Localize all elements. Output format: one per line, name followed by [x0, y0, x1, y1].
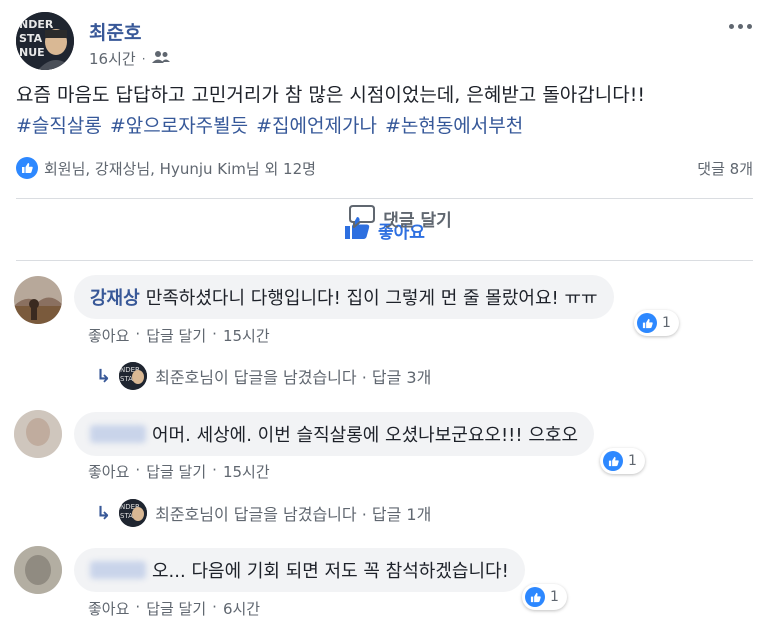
- comment-text: 만족하셨다니 다행입니다! 집이 그렇게 먼 줄 몰랐어요! ㅠㅠ: [145, 288, 598, 309]
- likes-summary[interactable]: 회원님, 강재상님, Hyunju Kim님 외 12명: [44, 158, 316, 179]
- comment-button[interactable]: 댓글 달기: [16, 204, 769, 233]
- reply-summary: 최준호님이 답글을 남겼습니다 · 답글 1개: [155, 505, 432, 524]
- svg-text:STA: STA: [120, 512, 133, 520]
- post-time[interactable]: 16시간: [89, 48, 136, 69]
- comment-time[interactable]: 15시간: [223, 461, 270, 482]
- sep: ·: [212, 598, 217, 616]
- reaction-count: 1: [628, 453, 637, 469]
- replies-link[interactable]: ↳ NDER STA 최준호님이 답글을 남겼습니다 · 답글 1개: [96, 499, 431, 527]
- post-header: NDER STA NUE 최준호 16시간 ·: [16, 12, 757, 72]
- comment-time[interactable]: 15시간: [223, 325, 270, 346]
- svg-text:STA: STA: [120, 375, 133, 383]
- hashtags: #슬직살롱 #앞으로자주뵐듯 #집에언제가나 #논현동에서부천: [16, 111, 761, 142]
- comment-reply-link[interactable]: 답글 달기: [146, 461, 206, 482]
- comment-bubble-icon: [349, 204, 376, 233]
- sep: ·: [135, 461, 141, 479]
- comment-reaction[interactable]: 1: [600, 448, 645, 474]
- commenter-avatar[interactable]: [14, 276, 62, 324]
- sep: ·: [212, 325, 217, 343]
- author-avatar[interactable]: NDER STA NUE: [16, 12, 74, 70]
- post-body: 요즘 마음도 답답하고 고민거리가 참 많은 시점이었는데, 은혜받고 돌아갑니…: [16, 80, 761, 142]
- hashtag-link[interactable]: #집에언제가나: [256, 115, 377, 137]
- comment-time[interactable]: 6시간: [223, 598, 260, 619]
- sep: ·: [135, 598, 141, 616]
- hashtag-link[interactable]: #논현동에서부천: [385, 115, 523, 137]
- thumbs-up-icon: [525, 587, 545, 607]
- reaction-count: 1: [662, 315, 671, 331]
- comment-bubble: 오... 다음에 기회 되면 저도 꼭 참석하겠습니다!: [74, 548, 525, 592]
- reaction-count: 1: [550, 589, 559, 605]
- reply-arrow-icon: ↳: [96, 502, 112, 524]
- comment-actions: 좋아요 · 답글 달기 · 15시간: [88, 461, 270, 482]
- reply-author-avatar: NDER STA: [119, 499, 148, 527]
- sep: ·: [212, 461, 217, 479]
- reply-arrow-icon: ↳: [96, 365, 112, 387]
- post-author-name[interactable]: 최준호: [89, 18, 141, 45]
- blurred-commenter-name[interactable]: [90, 561, 146, 579]
- hashtag-link[interactable]: #슬직살롱: [16, 115, 102, 137]
- commenter-avatar[interactable]: [14, 410, 62, 458]
- divider: [16, 198, 753, 199]
- comment-bubble: 강재상 만족하셨다니 다행입니다! 집이 그렇게 먼 줄 몰랐어요! ㅠㅠ: [74, 275, 614, 319]
- thumbs-up-icon: [603, 451, 623, 471]
- comment-label: 댓글 달기: [383, 211, 452, 231]
- sep: ·: [135, 325, 141, 343]
- more-options-icon[interactable]: [723, 16, 757, 36]
- replies-link[interactable]: ↳ NDER STA 최준호님이 답글을 남겼습니다 · 답글 3개: [96, 362, 431, 390]
- comment-text: 어머. 세상에. 이번 슬직살롱에 오셨나보군요오!!! 으호오: [152, 425, 579, 446]
- comment-reply-link[interactable]: 답글 달기: [146, 598, 206, 619]
- comment-reaction[interactable]: 1: [634, 310, 679, 336]
- comment-actions: 좋아요 · 답글 달기 · 6시간: [88, 598, 260, 619]
- reply-summary: 최준호님이 답글을 남겼습니다 · 답글 3개: [155, 368, 432, 387]
- commenter-avatar[interactable]: [14, 546, 62, 594]
- thumbs-up-icon: [16, 157, 38, 179]
- reactions-summary: 회원님, 강재상님, Hyunju Kim님 외 12명 댓글 8개: [16, 154, 753, 182]
- comment-reaction[interactable]: 1: [522, 584, 567, 610]
- comment-like-link[interactable]: 좋아요: [88, 461, 129, 482]
- comment-count[interactable]: 댓글 8개: [697, 158, 753, 179]
- comment-like-link[interactable]: 좋아요: [88, 598, 129, 619]
- blurred-commenter-name[interactable]: [90, 425, 146, 443]
- comment-reply-link[interactable]: 답글 달기: [146, 325, 206, 346]
- commenter-name[interactable]: 강재상: [90, 284, 140, 310]
- post-meta: 16시간 ·: [89, 48, 170, 69]
- friends-icon[interactable]: [151, 50, 170, 68]
- meta-separator: ·: [141, 51, 146, 66]
- post-text: 요즘 마음도 답답하고 고민거리가 참 많은 시점이었는데, 은혜받고 돌아갑니…: [16, 84, 645, 106]
- comment-actions: 좋아요 · 답글 달기 · 15시간: [88, 325, 270, 346]
- svg-text:STA: STA: [19, 32, 43, 45]
- comment-text: 오... 다음에 기회 되면 저도 꼭 참석하겠습니다!: [152, 561, 509, 582]
- svg-text:NUE: NUE: [19, 46, 45, 59]
- divider: [16, 260, 753, 261]
- thumbs-up-icon: [637, 313, 657, 333]
- svg-text:NDER: NDER: [19, 18, 54, 31]
- comment-like-link[interactable]: 좋아요: [88, 325, 129, 346]
- reply-author-avatar: NDER STA: [119, 362, 148, 390]
- comment-bubble: 어머. 세상에. 이번 슬직살롱에 오셨나보군요오!!! 으호오: [74, 412, 595, 456]
- hashtag-link[interactable]: #앞으로자주뵐듯: [110, 115, 248, 137]
- post-actions: 좋아요 댓글 달기: [16, 204, 753, 256]
